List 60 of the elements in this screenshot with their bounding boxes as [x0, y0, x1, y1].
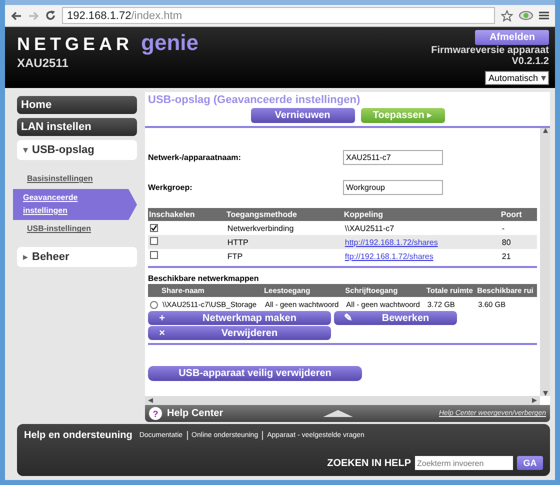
- model-name: XAU2511: [17, 56, 70, 70]
- dropdown-arrow-icon: [541, 76, 546, 80]
- address-bar[interactable]: 192.168.1.72/index.htm: [62, 7, 495, 24]
- language-select[interactable]: Automatisch: [485, 71, 549, 85]
- column-header: Inschakelen: [148, 208, 226, 221]
- refresh-button[interactable]: Vernieuwen: [250, 108, 354, 123]
- page-title: USB-opslag (Geavanceerde instellingen): [147, 93, 362, 106]
- horizontal-scrollbar[interactable]: [145, 396, 540, 405]
- field-label: Werkgroep:: [148, 182, 194, 192]
- footer-title: Help en ondersteuning: [24, 430, 132, 441]
- share-button[interactable]: × Verwijderen: [148, 326, 331, 340]
- share-button[interactable]: ✎ Bewerken: [334, 311, 457, 325]
- eye-icon[interactable]: [519, 11, 533, 20]
- column-header: Koppeling: [342, 208, 500, 221]
- text-field[interactable]: Workgroup: [343, 180, 443, 194]
- arrow-icon: [427, 113, 432, 118]
- scroll-left-icon[interactable]: [148, 398, 153, 403]
- text-field[interactable]: XAU2511-c7: [343, 150, 443, 164]
- table-cell: 80: [500, 235, 537, 249]
- scroll-down-icon[interactable]: [542, 391, 548, 396]
- checkbox[interactable]: [150, 251, 158, 259]
- expand-arrow-icon[interactable]: [323, 410, 354, 417]
- reload-icon[interactable]: [45, 10, 56, 21]
- submenu-link[interactable]: Geavanceerde instellingen: [13, 188, 137, 220]
- submenu-link[interactable]: USB-instellingen: [17, 222, 137, 238]
- checkbox[interactable]: [150, 224, 158, 232]
- search-button[interactable]: GA: [517, 456, 543, 470]
- scroll-right-icon[interactable]: [532, 398, 537, 403]
- menu-icon[interactable]: [539, 11, 549, 20]
- star-icon[interactable]: [501, 10, 513, 22]
- table-cell: HTTP: [225, 235, 343, 249]
- logout-button[interactable]: Afmelden: [475, 30, 549, 45]
- sidebar-item[interactable]: Beheer: [17, 247, 137, 268]
- vertical-scrollbar[interactable]: [540, 128, 550, 396]
- checkbox[interactable]: [150, 237, 158, 245]
- section-title: Beschikbare netwerkmappen: [148, 273, 260, 284]
- submenu-link[interactable]: Basisinstellingen: [17, 172, 137, 187]
- search-label: ZOEKEN IN HELP: [327, 458, 411, 468]
- radio-button[interactable]: [150, 300, 158, 308]
- link[interactable]: ftp://192.168.1.72/shares: [344, 252, 434, 260]
- sidebar-item[interactable]: LAN instellen: [17, 118, 137, 136]
- table-cell: \\XAU2511-c7: [344, 224, 394, 232]
- firmware-version: V0.2.1.2: [512, 56, 549, 67]
- sidebar-item[interactable]: Home: [17, 96, 137, 114]
- table-cell: -: [500, 221, 537, 235]
- sidebar-item[interactable]: USB-opslag: [17, 140, 137, 160]
- table-cell: Netwerkverbinding: [225, 221, 343, 235]
- scroll-up-icon[interactable]: [542, 128, 548, 133]
- share-button[interactable]: + Netwerkmap maken: [148, 311, 331, 325]
- eject-button[interactable]: USB-apparaat veilig verwijderen: [148, 366, 362, 381]
- firmware-label: Firmwareversie apparaat: [431, 45, 549, 56]
- column-header: Poort: [500, 208, 537, 221]
- product-logo: genie: [141, 30, 198, 56]
- back-icon[interactable]: [11, 10, 22, 20]
- search-field[interactable]: Zoekterm invoeren: [415, 456, 513, 470]
- brand-logo: NETGEAR: [17, 34, 134, 55]
- help-center-title: Help Center: [167, 408, 224, 419]
- help-icon: ?: [149, 407, 162, 420]
- column-header: Toegangsmethode: [225, 208, 343, 221]
- field-label: Netwerk-/apparaatnaam:: [148, 152, 242, 162]
